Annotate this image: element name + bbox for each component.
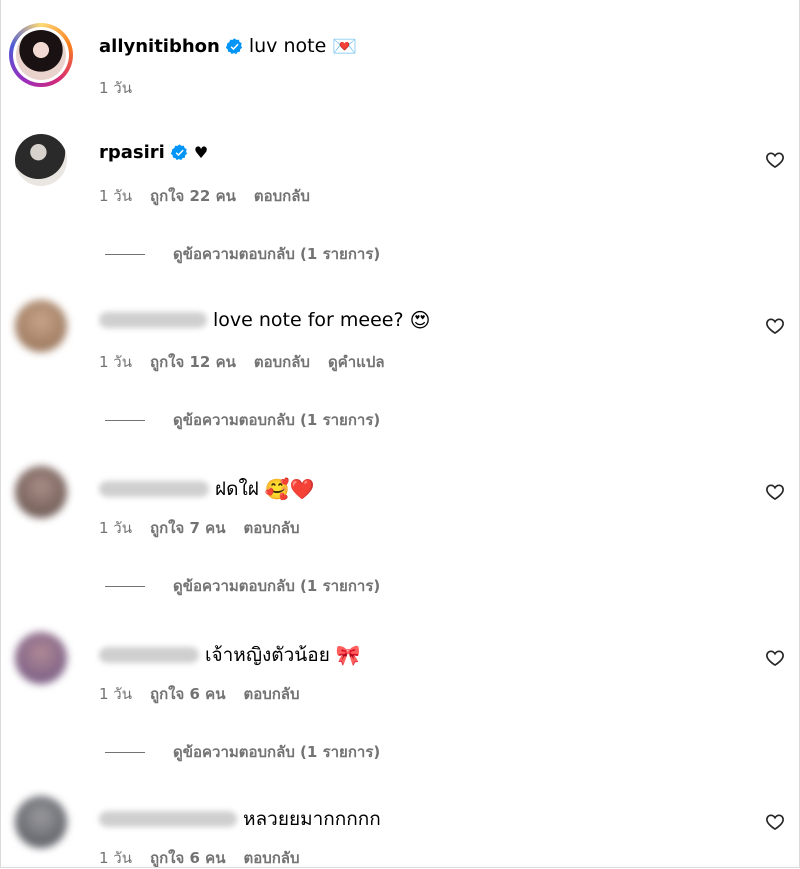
view-replies[interactable]: ดูข้อความตอบกลับ (1 รายการ)	[105, 242, 380, 266]
like-count[interactable]: ถูกใจ 6 คน	[150, 846, 225, 867]
blurred-username[interactable]	[99, 811, 237, 827]
avatar[interactable]	[9, 23, 73, 87]
caption-text: luv note	[248, 35, 327, 57]
reply-button[interactable]: ตอบกลับ	[243, 682, 299, 706]
heart-outline-icon[interactable]	[765, 316, 785, 336]
caption-username[interactable]: allynitibhon	[99, 36, 220, 57]
heart-outline-icon[interactable]	[765, 648, 785, 668]
like-count[interactable]: ถูกใจ 6 คน	[150, 682, 225, 706]
view-replies-label: ดูข้อความตอบกลับ (1 รายการ)	[173, 577, 381, 595]
view-replies-label: ดูข้อความตอบกลับ (1 รายการ)	[173, 743, 381, 761]
comment-time: 1 วัน	[99, 187, 132, 205]
view-replies[interactable]: ดูข้อความตอบกลับ (1 รายการ)	[105, 574, 380, 598]
blurred-username[interactable]	[99, 647, 199, 663]
avatar[interactable]	[15, 466, 67, 518]
verified-badge-icon	[225, 37, 242, 54]
avatar[interactable]	[15, 796, 67, 848]
caption-time: 1 วัน	[99, 79, 132, 97]
comment-text: ♥	[193, 143, 209, 162]
blurred-username[interactable]	[99, 312, 207, 328]
love-letter-emoji: 💌	[332, 34, 358, 58]
comment-text: หลวยยมากกกกก	[243, 808, 381, 830]
comment-username[interactable]: rpasiri	[99, 142, 165, 163]
like-count[interactable]: ถูกใจ 7 คน	[150, 516, 225, 540]
view-replies-label: ดูข้อความตอบกลับ (1 รายการ)	[173, 245, 381, 263]
reply-button[interactable]: ตอบกลับ	[243, 516, 299, 540]
comment-time: 1 วัน	[99, 353, 132, 371]
like-count[interactable]: ถูกใจ 12 คน	[150, 350, 236, 374]
view-replies[interactable]: ดูข้อความตอบกลับ (1 รายการ)	[105, 408, 380, 432]
like-count[interactable]: ถูกใจ 22 คน	[150, 184, 236, 208]
ribbon-emoji: 🎀	[335, 643, 361, 667]
comments-panel: allynitibhon luv note 💌 1 วัน rpasiri ♥ …	[0, 0, 800, 868]
heart-eyes-emoji: 😍	[409, 308, 431, 332]
comment-time: 1 วัน	[99, 519, 132, 537]
comment-text: เจ้าหญิงตัวน้อย	[205, 644, 330, 666]
view-replies[interactable]: ดูข้อความตอบกลับ (1 รายการ)	[105, 740, 380, 764]
comment-time: 1 วัน	[99, 849, 132, 867]
blurred-username[interactable]	[99, 481, 209, 497]
avatar[interactable]	[15, 632, 67, 684]
avatar[interactable]	[15, 134, 67, 186]
comment-text: love note for meee?	[213, 309, 404, 331]
smiling-hearts-emoji: 🥰❤️	[264, 477, 315, 501]
heart-outline-icon[interactable]	[765, 482, 785, 502]
reply-button[interactable]: ตอบกลับ	[243, 846, 299, 867]
translate-button[interactable]: ดูคำแปล	[328, 350, 385, 374]
reply-button[interactable]: ตอบกลับ	[254, 350, 310, 374]
heart-outline-icon[interactable]	[765, 150, 785, 170]
comment-time: 1 วัน	[99, 685, 132, 703]
avatar[interactable]	[15, 300, 67, 352]
view-replies-label: ดูข้อความตอบกลับ (1 รายการ)	[173, 411, 381, 429]
verified-badge-icon	[170, 144, 187, 161]
heart-outline-icon[interactable]	[765, 812, 785, 832]
reply-button[interactable]: ตอบกลับ	[254, 184, 310, 208]
comment-text: ฝดใฝ	[215, 478, 259, 500]
